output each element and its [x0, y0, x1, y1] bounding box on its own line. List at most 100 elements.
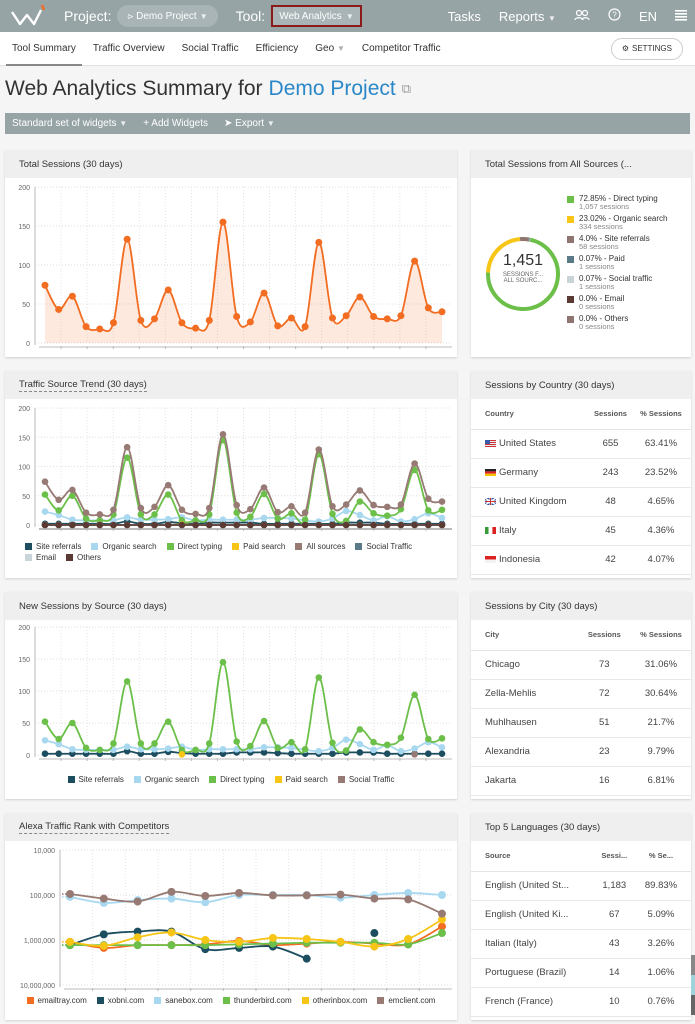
settings-button[interactable]: ⚙ SETTINGS [610, 37, 683, 60]
data-point [411, 521, 418, 529]
data-point [66, 937, 74, 946]
export-menu[interactable]: ➤ Export ▼ [224, 118, 275, 129]
data-point [110, 740, 117, 747]
help-icon[interactable]: ? [608, 8, 621, 24]
card-title: Total Sessions from All Sources (... [485, 158, 632, 170]
legend-item[interactable]: xobni.com [96, 996, 144, 1005]
donut-legend-item[interactable]: 72.85% - Direct typing 1,057 sessions [567, 194, 668, 211]
legend-item[interactable]: Direct typing [209, 775, 265, 784]
legend-swatch [567, 316, 574, 323]
legend-item[interactable]: Social Traffic [355, 542, 412, 551]
data-point [315, 747, 323, 755]
legend-item[interactable]: otherinbox.com [301, 996, 367, 1005]
series-direct-typing [41, 658, 446, 754]
donut-legend-item[interactable]: 0.07% - Paid 1 sessions [567, 254, 668, 271]
scrollbar[interactable] [691, 955, 695, 1015]
legend-item[interactable]: sanebox.com [154, 996, 213, 1005]
tool-selector[interactable]: Web Analytics ▼ [271, 5, 362, 27]
column-header[interactable]: City [471, 620, 578, 651]
data-point [438, 891, 446, 899]
legend-sessions: 0 sessions [579, 302, 615, 311]
legend-item[interactable]: Organic search [91, 542, 157, 551]
app-logo[interactable] [8, 3, 46, 29]
legend-item[interactable]: Social Traffic [337, 775, 394, 784]
data-point [55, 507, 62, 514]
legend-item[interactable]: Site referrals [67, 775, 124, 784]
tab-tool-summary[interactable]: Tool Summary [6, 32, 82, 66]
card-title[interactable]: Traffic Source Trend (30 days) [19, 379, 147, 392]
sessions-cell: 10 [597, 987, 631, 1017]
donut-legend-item[interactable]: 0.0% - Email 0 sessions [567, 294, 668, 311]
tab-efficiency[interactable]: Efficiency [256, 32, 299, 66]
column-header[interactable]: % Se... [631, 841, 691, 872]
legend-item[interactable]: thunderbird.com [222, 996, 292, 1005]
column-header[interactable]: Sessions [590, 399, 631, 430]
series-area [45, 222, 442, 343]
widget-set-label: Standard set of widgets [12, 118, 117, 129]
column-header[interactable]: Country [471, 399, 590, 430]
card-title[interactable]: Alexa Traffic Rank with Competitors [19, 821, 170, 834]
column-header[interactable]: % Sessions [631, 399, 691, 430]
column-header[interactable]: % Sessions [631, 620, 691, 651]
chevron-down-icon: ▼ [119, 119, 128, 128]
data-point [123, 443, 131, 451]
legend-item[interactable]: Paid search [274, 775, 328, 784]
legend-sessions: 1,057 sessions [579, 202, 630, 211]
tool-value: Web Analytics [279, 10, 342, 22]
donut-legend-item[interactable]: 4.0% - Site referrals 58 sessions [567, 234, 668, 251]
donut-legend-item[interactable]: 23.02% - Organic search 334 sessions [567, 214, 668, 231]
data-point [260, 484, 268, 491]
data-point [219, 521, 227, 529]
legend-text: 72.85% - Direct typing 1,057 sessions [579, 194, 658, 211]
add-widgets-button[interactable]: + Add Widgets [143, 118, 208, 129]
legend-item[interactable]: emailtray.com [26, 996, 87, 1005]
tab-geo[interactable]: Geo ▼ [315, 32, 345, 66]
tab-traffic-overview[interactable]: Traffic Overview [93, 32, 165, 66]
external-link-icon[interactable]: ⧉ [402, 81, 411, 97]
tab-competitor-traffic[interactable]: Competitor Traffic [362, 32, 441, 66]
column-header[interactable]: Sessions [577, 620, 631, 651]
legend-text: 23.02% - Organic search 334 sessions [579, 214, 668, 231]
data-point [123, 454, 131, 462]
legend-item[interactable]: emclient.com [377, 996, 435, 1005]
column-header[interactable]: Source [471, 841, 598, 872]
data-point [315, 446, 323, 453]
legend-item[interactable]: Others [66, 553, 101, 562]
legend-item[interactable]: Direct typing [166, 542, 222, 551]
legend-sessions: 0 sessions [579, 322, 615, 331]
donut-legend-item[interactable]: 0.07% - Social traffic 1 sessions [567, 274, 668, 291]
share-icon: ⪧ [127, 10, 134, 22]
data-point [342, 747, 350, 754]
menu-icon[interactable] [675, 9, 687, 24]
column-header[interactable]: Sessi... [597, 841, 631, 872]
flag-de-icon [485, 468, 496, 476]
data-point [356, 511, 364, 519]
data-point [41, 521, 49, 529]
table-row: Italian (Italy) 43 3.26% [471, 929, 691, 959]
legend-text: 0.07% - Paid 1 sessions [579, 254, 625, 271]
data-point [41, 750, 49, 758]
users-icon[interactable] [574, 9, 590, 24]
data-point [151, 315, 159, 323]
data-point [219, 745, 227, 753]
data-point [425, 495, 432, 502]
reports-menu[interactable]: Reports ▼ [499, 9, 556, 24]
sessions-by-country-card: Sessions by Country (30 days) Country Se… [471, 371, 691, 578]
legend-text: 0.0% - Others 0 sessions [579, 314, 628, 331]
legend-item[interactable]: Organic search [133, 775, 199, 784]
total-sessions-chart: 0 50 100 150 200 [18, 185, 452, 349]
country-table: Country Sessions % Sessions United State… [471, 399, 691, 575]
tasks-link[interactable]: Tasks [448, 9, 481, 24]
project-selector[interactable]: ⪧ Demo Project ▼ [117, 5, 218, 27]
data-point [342, 312, 350, 320]
project-link[interactable]: Demo Project [269, 77, 396, 101]
donut-legend-item[interactable]: 0.0% - Others 0 sessions [567, 314, 668, 331]
tab-social-traffic[interactable]: Social Traffic [182, 32, 239, 66]
legend-item[interactable]: Site referrals [25, 542, 81, 551]
legend-item[interactable]: Email [25, 553, 56, 562]
data-point [233, 521, 240, 529]
legend-item[interactable]: Paid search [232, 542, 285, 551]
legend-item[interactable]: All sources [295, 542, 345, 551]
language-selector[interactable]: EN [639, 9, 657, 24]
widget-set-dropdown[interactable]: Standard set of widgets ▼ [12, 118, 127, 129]
